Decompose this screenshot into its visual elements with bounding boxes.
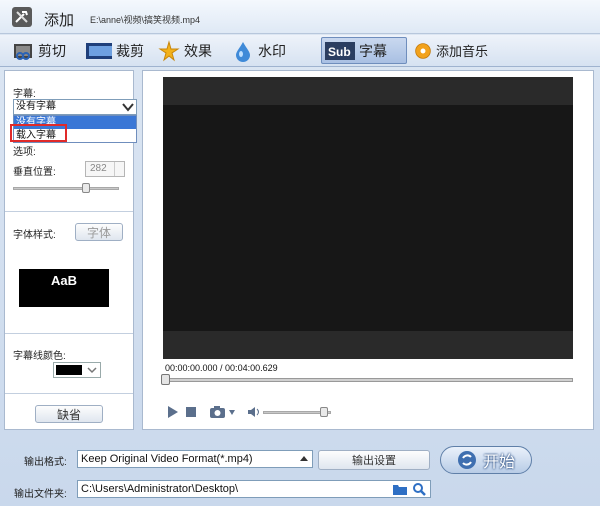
letterbox-bottom [163,331,573,359]
font-style-label: 字体样式: [13,230,56,241]
watermark-icon [236,41,250,62]
tab-subtitle[interactable]: Sub 字幕 [321,37,407,64]
timecode: 00:00:00.000 / 00:04:00.629 [165,363,278,373]
start-button-label: 开始 [482,454,515,471]
output-format-label: 输出格式: [24,457,67,468]
output-folder-label: 输出文件夹: [14,489,67,500]
chevron-down-icon[interactable] [121,101,135,113]
tools-icon [12,7,32,27]
crop-icon [86,42,112,59]
tab-cut[interactable]: 剪切 [12,37,66,64]
camera-icon[interactable] [209,405,237,419]
vertical-position-slider-thumb[interactable] [81,183,90,193]
subtitle-select-value: 没有字幕 [16,101,56,112]
line-color-swatch [56,365,82,375]
output-settings-button[interactable]: 输出设置 [318,450,430,470]
font-preview: AaB [19,269,109,307]
file-path: E:\anne\视频\搞笑视频.mp4 [90,15,201,25]
line-color-label: 字幕线颜色: [13,351,66,362]
vertical-position-label: 垂直位置: [13,167,56,178]
start-button[interactable]: 开始 [440,446,532,474]
window-title: 添加 [44,12,75,29]
tab-add-music-label: 添加音乐 [436,44,489,59]
music-icon [415,42,431,59]
folder-icon[interactable] [392,483,408,496]
stepper-arrows[interactable] [114,162,124,176]
tab-watermark[interactable]: 水印 [232,37,286,64]
tab-cut-label: 剪切 [38,42,66,59]
tab-subtitle-label: 字幕 [359,42,387,59]
tab-add-music[interactable]: 添加音乐 [414,37,488,64]
tab-watermark-label: 水印 [258,42,286,59]
output-format-value: Keep Original Video Format(*.mp4) [81,453,253,465]
search-icon[interactable] [412,482,427,497]
play-icon[interactable] [167,405,179,419]
divider [5,211,133,212]
vertical-position-value: 282 [90,163,107,174]
vertical-position-slider[interactable] [13,187,119,190]
subtitle-label: 字幕: [13,89,36,100]
volume-icon[interactable] [247,405,261,419]
subtitle-badge: Sub [328,45,351,59]
subtitle-icon: Sub [325,41,355,60]
seek-bar-thumb[interactable] [161,374,170,385]
output-folder-value: C:\Users\Administrator\Desktop\ [81,483,239,495]
seek-bar[interactable] [161,378,573,382]
refresh-icon [457,451,476,469]
chevron-up-icon[interactable] [298,454,310,464]
preview-panel: 00:00:00.000 / 00:04:00.629 [142,70,594,430]
tab-effects[interactable]: 效果 [158,37,212,64]
highlight-box [10,124,67,142]
volume-slider-thumb[interactable] [320,407,328,417]
tab-crop-label: 裁剪 [116,42,144,59]
vertical-position-stepper[interactable]: 282 [85,161,125,177]
effects-icon [158,39,180,61]
options-label: 选项: [13,147,36,158]
line-color-picker[interactable] [53,362,101,378]
font-button[interactable]: 字体 [75,223,123,241]
stop-icon[interactable] [185,405,197,419]
divider [5,393,133,394]
letterbox-top [163,77,573,105]
tab-bar: 剪切 裁剪 效果 水印 Sub 字幕 添加音乐 [0,35,600,67]
output-folder-field[interactable]: C:\Users\Administrator\Desktop\ [77,480,431,498]
subtitle-settings-panel: 字幕: 没有字幕 没有字幕 载入字幕 选项: 垂直位置: 282 字体样式: 字… [4,70,137,430]
video-preview [163,77,573,359]
app-window: 添加 E:\anne\视频\搞笑视频.mp4 剪切 裁剪 效果 水印 Sub 字… [0,0,600,506]
output-format-select[interactable]: Keep Original Video Format(*.mp4) [77,450,313,468]
subtitle-select[interactable]: 没有字幕 [13,99,137,115]
chevron-down-icon[interactable] [85,364,99,376]
tab-crop[interactable]: 裁剪 [80,37,144,64]
default-button[interactable]: 缺省 [35,405,103,423]
divider [5,333,133,334]
title-bar: 添加 E:\anne\视频\搞笑视频.mp4 [0,0,600,34]
tab-effects-label: 效果 [184,42,212,59]
scissors-icon [14,43,32,60]
